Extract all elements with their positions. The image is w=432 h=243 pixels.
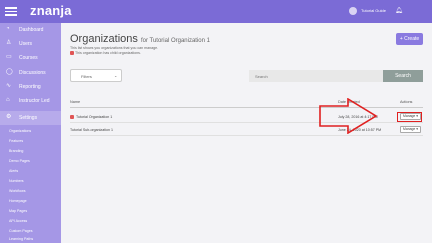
legend-note: This organization has child organization… <box>75 51 141 55</box>
sidebar-item-label: Courses <box>19 55 38 61</box>
create-button[interactable]: + Create <box>396 33 423 45</box>
column-header-name[interactable]: Name <box>70 100 80 104</box>
settings-sub-item[interactable]: Features <box>9 139 23 143</box>
settings-sub-item[interactable]: Branding <box>9 149 23 153</box>
sidebar: ◔ Dashboard ♙ Users ▭ Courses ◯ Discussi… <box>0 23 61 243</box>
sidebar-item-label: Settings <box>19 115 38 121</box>
sidebar-item-courses[interactable]: ▭ Courses <box>0 51 61 65</box>
sidebar-item-label: Discussions <box>19 70 46 76</box>
child-org-flag-icon <box>70 115 74 119</box>
page-title-text: Organizations <box>70 33 138 45</box>
settings-icon: ⚙ <box>6 114 12 120</box>
settings-sub-item[interactable]: Organizations <box>9 129 31 133</box>
sidebar-item-discussions[interactable]: ◯ Discussions <box>0 66 61 80</box>
menu-icon[interactable] <box>5 5 17 17</box>
sidebar-item-label: Reporting <box>19 84 41 90</box>
search-input[interactable] <box>249 70 383 82</box>
sidebar-item-label: Dashboard <box>19 27 44 33</box>
settings-sub-item[interactable]: Learning Paths <box>9 237 33 241</box>
settings-sub-item[interactable]: Numbers <box>9 179 24 183</box>
sidebar-item-label: Users <box>19 41 33 47</box>
top-bar: znanja Tutorial Guide 🔔︎ <box>0 0 432 23</box>
page-subtitle: for Tutorial Organization 1 <box>140 38 210 44</box>
child-org-flag-icon <box>70 51 74 55</box>
sidebar-item-label: Instructor Led <box>19 98 50 104</box>
dashboard-icon: ◔ <box>6 26 10 32</box>
settings-sub-item[interactable]: API Access <box>9 219 27 223</box>
org-name-link[interactable]: Tutorial Sub-organization 1 <box>70 128 113 132</box>
users-icon: ♙ <box>6 40 12 46</box>
sidebar-item-reporting[interactable]: ∿ Reporting <box>0 80 61 94</box>
logo[interactable]: znanja <box>30 3 72 18</box>
org-name-link[interactable]: Tutorial Organization 1 <box>76 115 112 119</box>
settings-sub-item[interactable]: Demo Pages <box>9 159 30 163</box>
settings-sub-item[interactable]: Homepage <box>9 199 27 203</box>
sidebar-item-users[interactable]: ♙ Users <box>0 37 61 51</box>
settings-sub-item[interactable]: Workflows <box>9 189 26 193</box>
page-title: Organizations for Tutorial Organization … <box>70 33 210 45</box>
sidebar-item-dashboard[interactable]: ◔ Dashboard <box>0 23 61 37</box>
discussions-icon: ◯ <box>6 69 13 75</box>
sidebar-item-settings[interactable]: ⚙ Settings <box>0 111 61 125</box>
user-menu[interactable]: Tutorial Guide <box>361 8 386 13</box>
annotation-highlight-box <box>397 112 422 122</box>
settings-sub-item[interactable]: Alerts <box>9 169 18 173</box>
chevron-down-icon: ⌄ <box>114 73 118 78</box>
sidebar-item-instructor-led[interactable]: ⌂ Instructor Led <box>0 94 61 108</box>
column-header-actions: Actions <box>400 100 413 104</box>
courses-icon: ▭ <box>6 54 12 60</box>
info-note: This list shows you organizations that y… <box>70 46 159 50</box>
filters-dropdown[interactable]: Filters ⌄ <box>70 69 122 82</box>
reporting-icon: ∿ <box>6 83 12 89</box>
instructor-led-icon: ⌂ <box>6 97 10 103</box>
filters-label: Filters <box>81 74 92 79</box>
settings-sub-item[interactable]: Custom Pages <box>9 229 33 233</box>
settings-sub-item[interactable]: Map Pages <box>9 209 27 213</box>
bell-icon[interactable]: 🔔︎ <box>395 7 403 14</box>
manage-dropdown[interactable]: Manage ▾ <box>400 126 421 133</box>
annotation-arrow-icon <box>319 98 378 134</box>
avatar[interactable] <box>349 7 357 15</box>
search-button[interactable]: Search <box>383 70 423 82</box>
